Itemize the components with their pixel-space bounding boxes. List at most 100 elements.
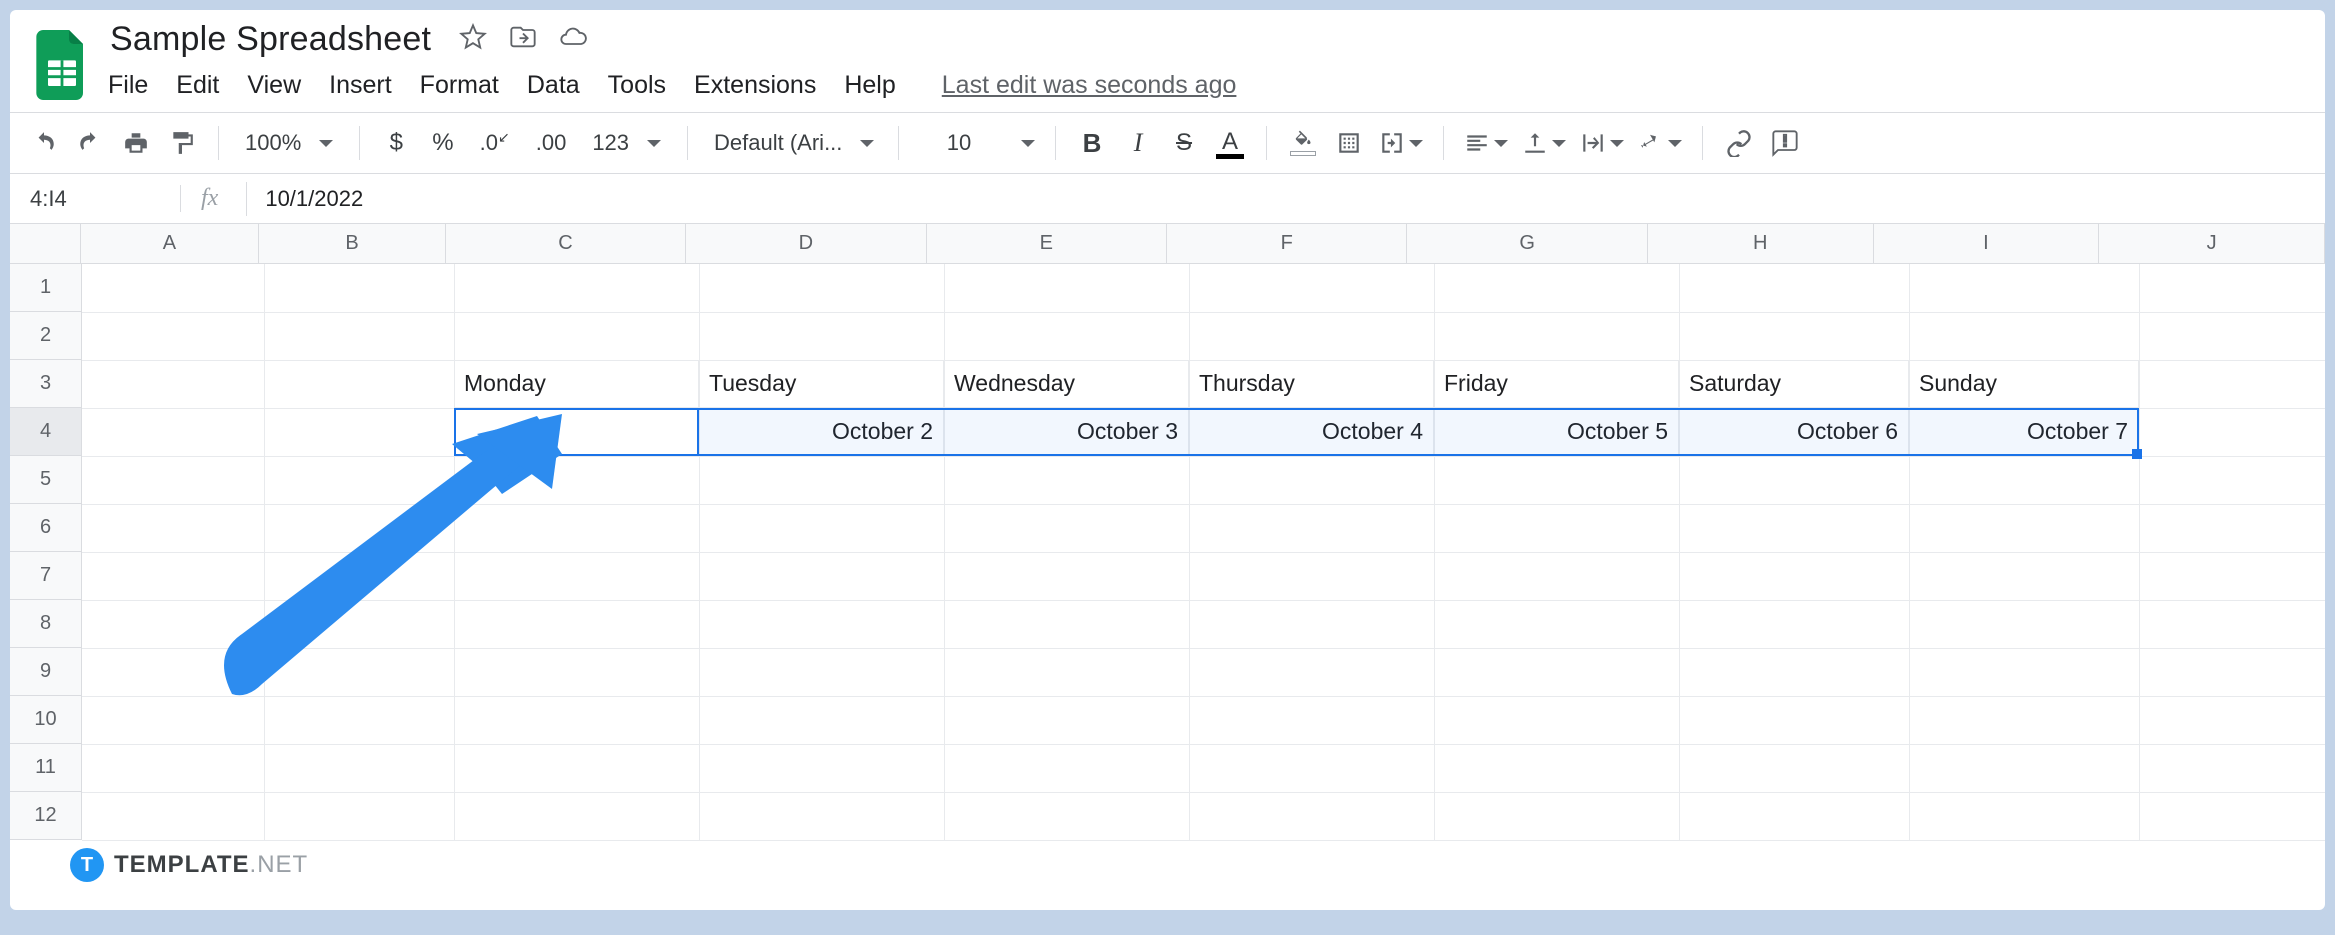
merge-cells-button[interactable]: [1379, 123, 1423, 163]
menu-data[interactable]: Data: [527, 71, 580, 100]
italic-button[interactable]: I: [1122, 123, 1154, 163]
row-header-8[interactable]: 8: [10, 600, 81, 648]
watermark: T TEMPLATE.NET: [70, 848, 308, 882]
increase-decimal-button[interactable]: .00: [530, 123, 573, 163]
format-percent-button[interactable]: %: [426, 123, 459, 163]
row-headers: 1 2 3 4 5 6 7 8 9 10 11 12: [10, 264, 82, 840]
star-icon[interactable]: [459, 23, 487, 56]
col-header-A[interactable]: A: [81, 224, 260, 263]
cell-H4[interactable]: October 6: [1679, 408, 1909, 456]
title-bar: Sample Spreadsheet File Edit View: [10, 10, 2325, 112]
sheets-logo-icon[interactable]: [34, 28, 90, 102]
row-header-12[interactable]: 12: [10, 792, 81, 840]
col-header-J[interactable]: J: [2099, 224, 2325, 263]
bold-button[interactable]: B: [1076, 123, 1108, 163]
app-window: Sample Spreadsheet File Edit View: [10, 10, 2325, 910]
row-header-11[interactable]: 11: [10, 744, 81, 792]
menu-view[interactable]: View: [247, 71, 301, 100]
menu-file[interactable]: File: [108, 71, 148, 100]
paint-format-icon[interactable]: [166, 123, 198, 163]
cell-C4[interactable]: October 1: [454, 408, 699, 456]
cell-E3[interactable]: Wednesday: [944, 360, 1189, 408]
menu-tools[interactable]: Tools: [608, 71, 666, 100]
insert-link-button[interactable]: [1723, 123, 1755, 163]
cell-D4[interactable]: October 2: [699, 408, 944, 456]
row-header-6[interactable]: 6: [10, 504, 81, 552]
menu-edit[interactable]: Edit: [176, 71, 219, 100]
last-edit-link[interactable]: Last edit was seconds ago: [942, 71, 1237, 100]
column-headers: A B C D E F G H I J: [10, 224, 2325, 264]
col-header-I[interactable]: I: [1874, 224, 2100, 263]
row-header-9[interactable]: 9: [10, 648, 81, 696]
formula-bar: 4:I4 fx 10/1/2022: [10, 174, 2325, 224]
chevron-down-icon: [647, 140, 661, 147]
col-header-E[interactable]: E: [927, 224, 1167, 263]
row-header-7[interactable]: 7: [10, 552, 81, 600]
borders-button[interactable]: [1333, 123, 1365, 163]
text-wrap-button[interactable]: [1580, 123, 1624, 163]
cell-E4[interactable]: October 3: [944, 408, 1189, 456]
col-header-G[interactable]: G: [1407, 224, 1647, 263]
menubar: File Edit View Insert Format Data Tools …: [106, 65, 1236, 112]
row-header-2[interactable]: 2: [10, 312, 81, 360]
chevron-down-icon: [1494, 140, 1508, 147]
col-header-F[interactable]: F: [1167, 224, 1407, 263]
horizontal-align-button[interactable]: [1464, 123, 1508, 163]
cell-I3[interactable]: Sunday: [1909, 360, 2139, 408]
row-header-10[interactable]: 10: [10, 696, 81, 744]
chevron-down-icon: [319, 140, 333, 147]
strikethrough-button[interactable]: S: [1168, 123, 1200, 163]
col-header-C[interactable]: C: [446, 224, 686, 263]
insert-comment-button[interactable]: [1769, 123, 1801, 163]
col-header-B[interactable]: B: [259, 224, 445, 263]
text-color-button[interactable]: A: [1214, 123, 1246, 163]
menu-extensions[interactable]: Extensions: [694, 71, 816, 100]
text-rotation-button[interactable]: [1638, 123, 1682, 163]
cells-container[interactable]: Monday Tuesday Wednesday Thursday Friday…: [82, 264, 2325, 864]
toolbar: 100% $ % .0↙ .00 123 Default (Ari... 10 …: [10, 112, 2325, 174]
row-header-4[interactable]: 4: [10, 408, 81, 456]
name-box[interactable]: 4:I4: [20, 186, 180, 212]
number-format-dropdown[interactable]: 123: [586, 130, 667, 156]
watermark-icon: T: [70, 848, 104, 882]
chevron-down-icon: [1409, 140, 1423, 147]
format-currency-button[interactable]: $: [380, 123, 412, 163]
col-header-H[interactable]: H: [1648, 224, 1874, 263]
row-header-5[interactable]: 5: [10, 456, 81, 504]
cell-I4[interactable]: October 7: [1909, 408, 2139, 456]
cell-H3[interactable]: Saturday: [1679, 360, 1909, 408]
cell-C3[interactable]: Monday: [454, 360, 699, 408]
cloud-status-icon[interactable]: [559, 23, 587, 56]
font-family-dropdown[interactable]: Default (Ari...: [708, 130, 878, 156]
menu-format[interactable]: Format: [420, 71, 499, 100]
cell-G3[interactable]: Friday: [1434, 360, 1679, 408]
zoom-dropdown[interactable]: 100%: [239, 130, 339, 156]
redo-icon[interactable]: [74, 123, 106, 163]
select-all-corner[interactable]: [10, 224, 81, 263]
grid-area[interactable]: A B C D E F G H I J 1 2 3 4 5 6 7 8 9 10…: [10, 224, 2325, 864]
cell-F3[interactable]: Thursday: [1189, 360, 1434, 408]
row-header-1[interactable]: 1: [10, 264, 81, 312]
move-icon[interactable]: [509, 23, 537, 56]
font-size-dropdown[interactable]: 10: [919, 130, 999, 156]
row-header-3[interactable]: 3: [10, 360, 81, 408]
decrease-decimal-button[interactable]: .0↙: [474, 123, 516, 163]
cell-F4[interactable]: October 4: [1189, 408, 1434, 456]
chevron-down-icon[interactable]: [1021, 140, 1035, 147]
cell-G4[interactable]: October 5: [1434, 408, 1679, 456]
doc-title[interactable]: Sample Spreadsheet: [106, 18, 435, 61]
chevron-down-icon: [1610, 140, 1624, 147]
col-header-D[interactable]: D: [686, 224, 926, 263]
menu-help[interactable]: Help: [844, 71, 895, 100]
chevron-down-icon: [1668, 140, 1682, 147]
cell-D3[interactable]: Tuesday: [699, 360, 944, 408]
undo-icon[interactable]: [28, 123, 60, 163]
formula-input[interactable]: 10/1/2022: [255, 186, 363, 212]
chevron-down-icon: [1552, 140, 1566, 147]
vertical-align-button[interactable]: [1522, 123, 1566, 163]
chevron-down-icon: [860, 140, 874, 147]
watermark-text: TEMPLATE.NET: [114, 851, 308, 879]
fill-color-button[interactable]: [1287, 123, 1319, 163]
print-icon[interactable]: [120, 123, 152, 163]
menu-insert[interactable]: Insert: [329, 71, 392, 100]
